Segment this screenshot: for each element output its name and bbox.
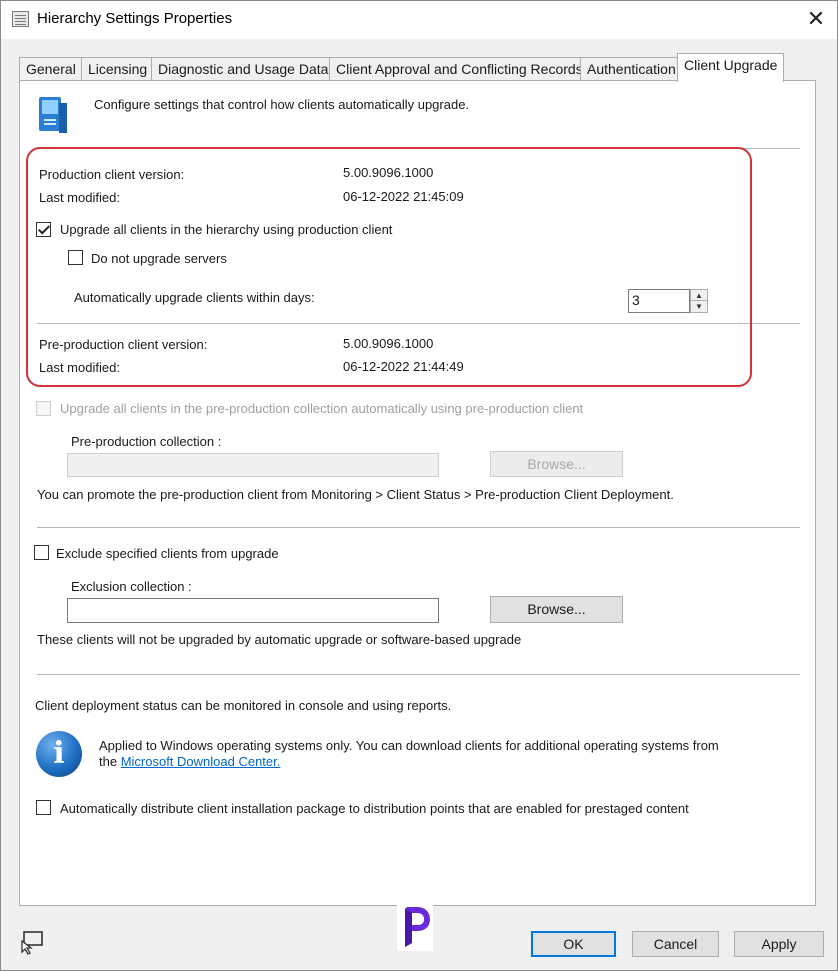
exclusion-collection-field[interactable] bbox=[67, 598, 439, 623]
exclusion-note: These clients will not be upgraded by au… bbox=[37, 632, 522, 647]
apply-button[interactable]: Apply bbox=[734, 931, 824, 957]
title-bar: Hierarchy Settings Properties ✕ bbox=[1, 1, 837, 39]
deployment-status-note: Client deployment status can be monitore… bbox=[35, 698, 452, 713]
tab-client-upgrade[interactable]: Client Upgrade bbox=[677, 53, 785, 82]
preproduction-upgrade-checkbox[interactable] bbox=[36, 401, 51, 416]
computer-upgrade-icon bbox=[39, 97, 67, 133]
window-title: Hierarchy Settings Properties bbox=[37, 10, 233, 27]
tab-client-approval[interactable]: Client Approval and Conflicting Records bbox=[329, 57, 590, 81]
info-line-2: the Microsoft Download Center. bbox=[99, 754, 280, 769]
tab-general[interactable]: General bbox=[19, 57, 83, 81]
info-line-1: Applied to Windows operating systems onl… bbox=[99, 738, 719, 753]
tab-licensing[interactable]: Licensing bbox=[81, 57, 155, 81]
cancel-button[interactable]: Cancel bbox=[632, 931, 719, 957]
info-icon: i bbox=[36, 731, 82, 777]
help-pointer-icon[interactable] bbox=[19, 929, 45, 955]
info-line-2-prefix: the bbox=[99, 754, 121, 769]
ok-button[interactable]: OK bbox=[531, 931, 616, 957]
exclusion-divider bbox=[37, 674, 800, 676]
close-button[interactable]: ✕ bbox=[801, 5, 831, 33]
exclude-clients-label: Exclude specified clients from upgrade bbox=[56, 546, 279, 561]
client-upgrade-panel: Configure settings that control how clie… bbox=[19, 80, 816, 906]
exclusion-collection-label: Exclusion collection : bbox=[71, 579, 192, 594]
highlight-box bbox=[26, 147, 752, 387]
exclusion-browse-button[interactable]: Browse... bbox=[490, 596, 623, 623]
preproduction-collection-field[interactable] bbox=[67, 453, 439, 477]
microsoft-download-center-link[interactable]: Microsoft Download Center. bbox=[121, 754, 281, 769]
tab-authentication[interactable]: Authentication bbox=[580, 57, 683, 81]
prajwal-logo-icon bbox=[397, 903, 433, 951]
tab-diagnostic-usage-data[interactable]: Diagnostic and Usage Data bbox=[151, 57, 336, 81]
preproduction-upgrade-label: Upgrade all clients in the pre-productio… bbox=[60, 401, 584, 416]
properties-dialog: Hierarchy Settings Properties ✕ General … bbox=[0, 0, 838, 971]
preproduction-browse-button[interactable]: Browse... bbox=[490, 451, 623, 477]
preproduction-collection-label: Pre-production collection : bbox=[71, 434, 222, 449]
distribute-prestaged-label: Automatically distribute client installa… bbox=[60, 801, 689, 816]
exclude-clients-checkbox[interactable] bbox=[34, 545, 49, 560]
header-description: Configure settings that control how clie… bbox=[94, 97, 470, 112]
distribute-prestaged-checkbox[interactable] bbox=[36, 800, 51, 815]
preproduction-divider bbox=[37, 527, 800, 529]
promote-note: You can promote the pre-production clien… bbox=[37, 487, 674, 502]
properties-window-icon bbox=[12, 11, 29, 27]
